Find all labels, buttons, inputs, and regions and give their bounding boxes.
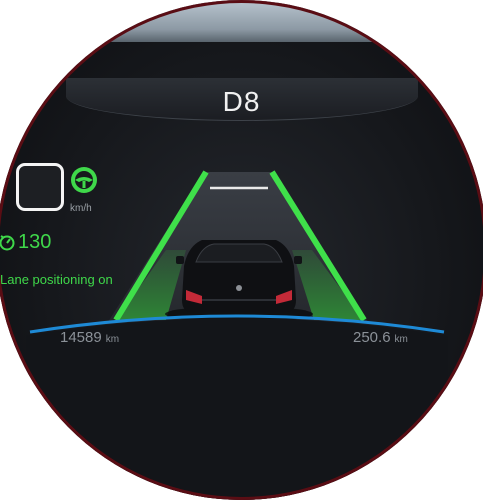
- trip-unit: km: [394, 334, 408, 345]
- steering-wheel-icon: [71, 167, 97, 193]
- trip-value: 250.6: [353, 329, 391, 346]
- instrument-cluster: D8 km/h 130 Lane positioning on 14589 km…: [0, 0, 483, 500]
- lane-assist-message: Lane positioning on: [0, 272, 113, 287]
- odometer-unit: km: [105, 334, 120, 345]
- speed-limiter-icon: [0, 235, 15, 251]
- speed-limit-value: 130: [18, 231, 52, 253]
- odometer-value: 14589: [60, 329, 102, 346]
- speed-display-box: [16, 163, 64, 211]
- bottom-arc: [26, 314, 448, 500]
- trip-meter: 250.6 km: [353, 329, 408, 346]
- odometer: 14589 km: [60, 329, 119, 346]
- speed-unit: km/h: [70, 203, 92, 214]
